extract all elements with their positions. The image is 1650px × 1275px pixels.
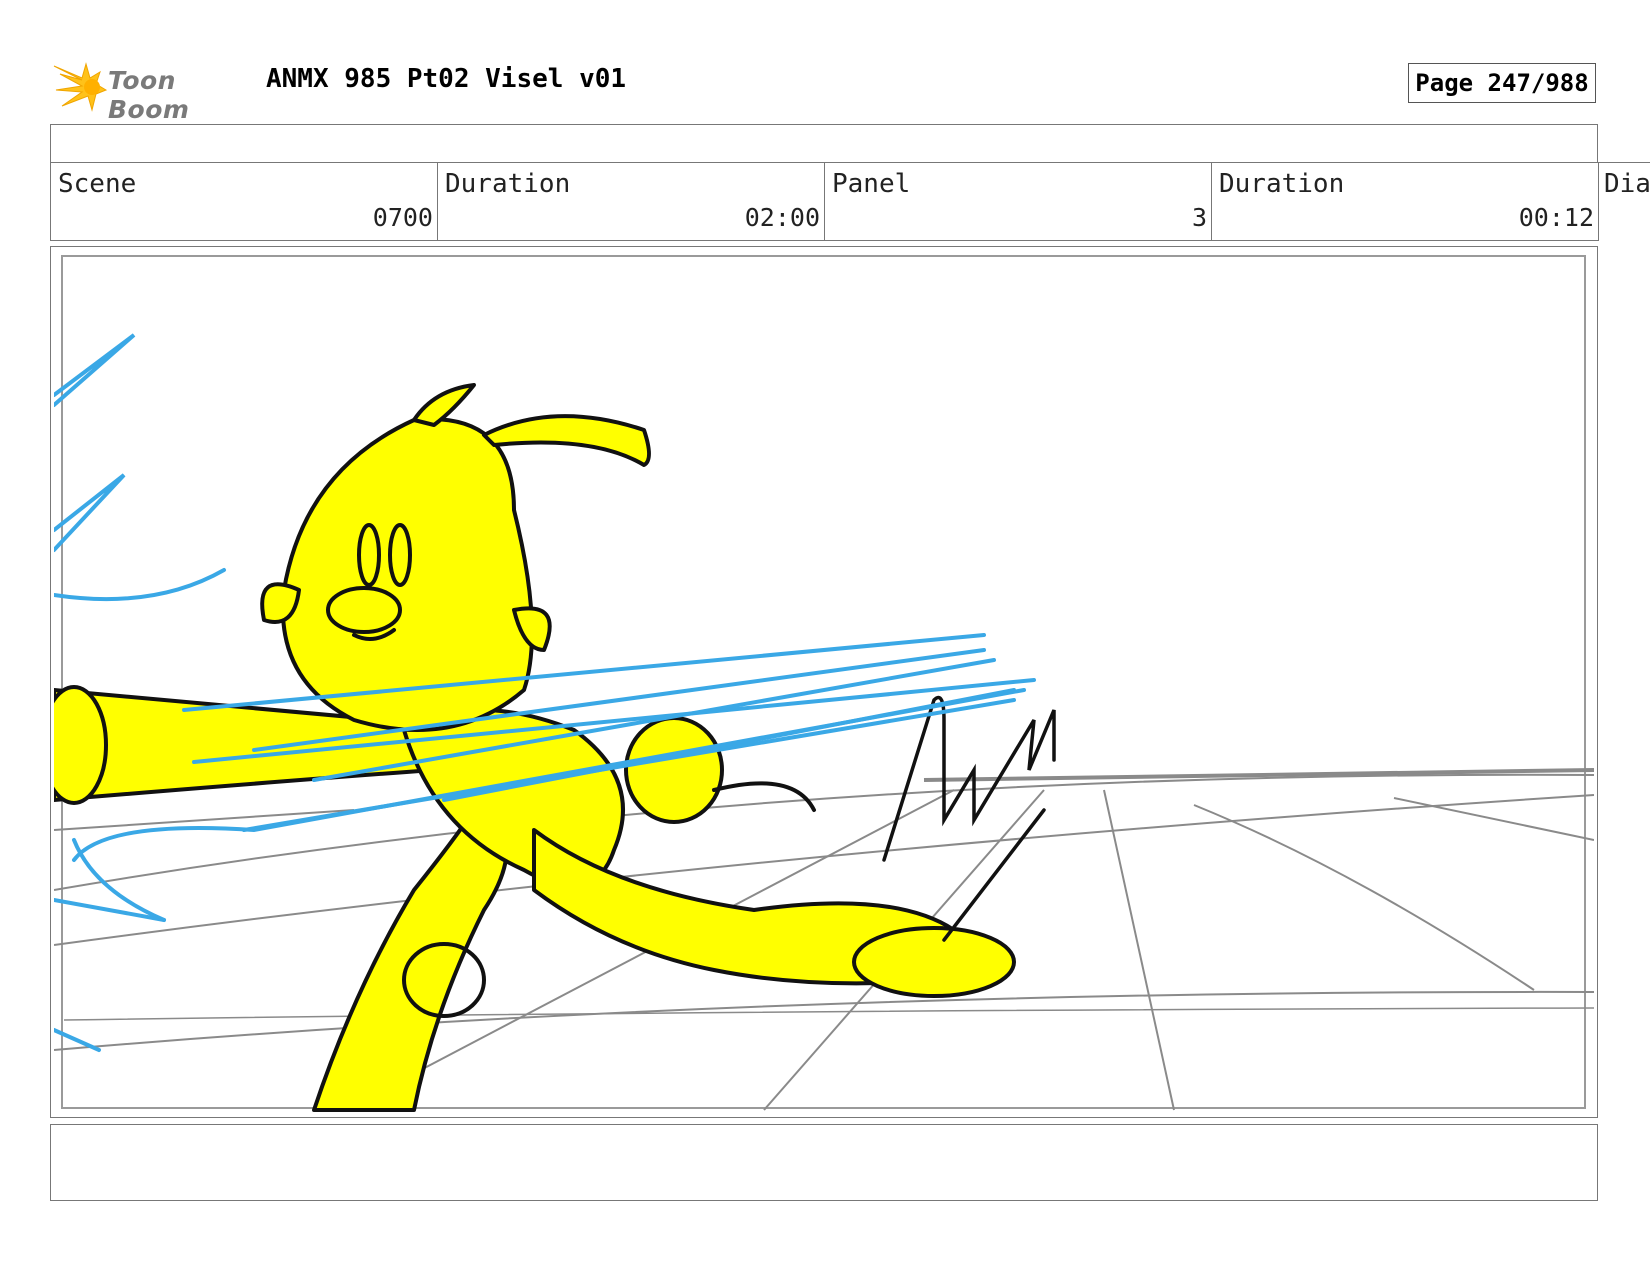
caption-box	[50, 1124, 1598, 1201]
scene-label: Scene	[58, 169, 137, 199]
storyboard-sketch	[54, 333, 1594, 1112]
scene-duration-value: 02:00	[744, 203, 820, 232]
panel-label: Panel	[832, 169, 911, 199]
scene-cell: Scene 0700	[50, 162, 438, 241]
burst-star-icon	[53, 62, 108, 112]
dialogue-cell: Dia	[1598, 162, 1650, 242]
header-strip	[50, 124, 1598, 163]
logo-wordmark: Toon Boom	[108, 66, 190, 124]
panel-duration-cell: Duration 00:12	[1211, 162, 1599, 241]
page-counter: Page 247/988	[1408, 63, 1596, 103]
info-row: Scene 0700 Duration 02:00 Panel 3 Durati…	[50, 162, 1650, 242]
panel-value: 3	[1191, 203, 1207, 232]
impact-scribble	[882, 695, 1056, 942]
character-figure	[54, 383, 1016, 1112]
scene-duration-cell: Duration 02:00	[437, 162, 825, 241]
scene-duration-label: Duration	[445, 169, 571, 199]
panel-cell: Panel 3	[824, 162, 1212, 241]
panel-duration-value: 00:12	[1518, 203, 1594, 232]
toon-boom-logo: Toon Boom	[52, 56, 252, 124]
panel-duration-label: Duration	[1219, 169, 1345, 199]
document-title: ANMX 985 Pt02 Visel v01	[266, 64, 627, 94]
scene-value: 0700	[372, 203, 433, 232]
dialogue-label: Dia	[1604, 169, 1650, 199]
